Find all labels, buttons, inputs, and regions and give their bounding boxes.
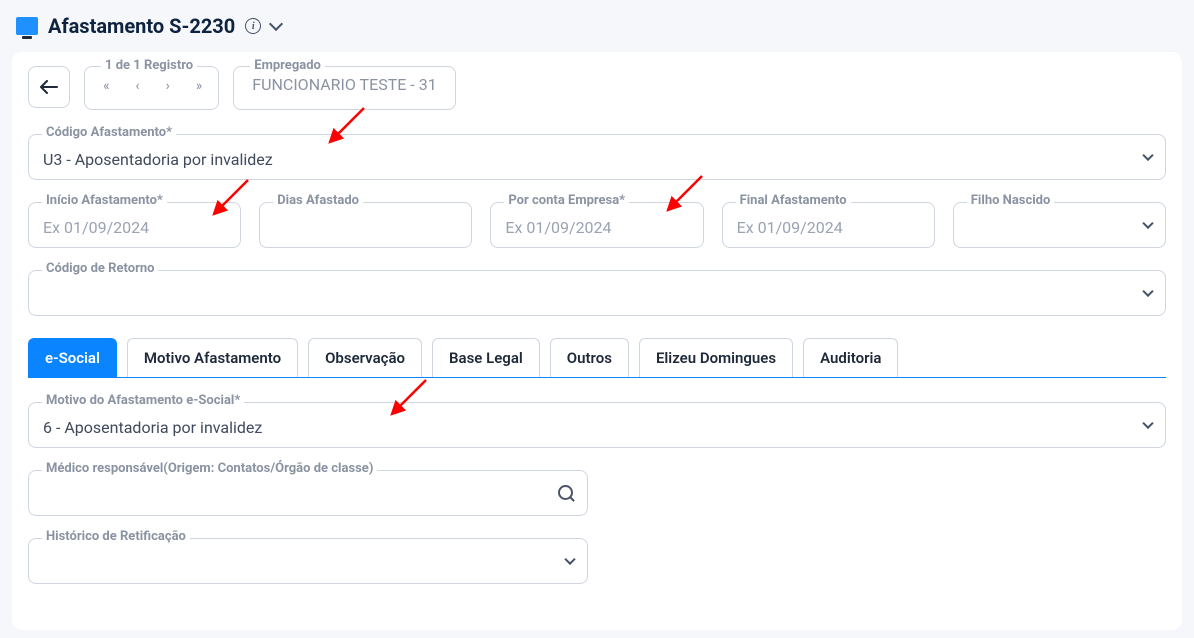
tab-base-legal[interactable]: Base Legal bbox=[432, 338, 540, 377]
page-header: Afastamento S-2230 i bbox=[12, 8, 1182, 52]
tab-elizeu-domingues[interactable]: Elizeu Domingues bbox=[639, 338, 793, 377]
filho-nascido-label: Filho Nascido bbox=[967, 193, 1055, 208]
codigo-retorno-select[interactable] bbox=[28, 270, 1166, 316]
dias-afastado-label: Dias Afastado bbox=[273, 193, 363, 208]
filho-nascido-select[interactable] bbox=[953, 202, 1166, 248]
inicio-afastamento-wrap: Início Afastamento* Ex 01/09/2024 bbox=[28, 202, 241, 248]
filho-nascido-wrap: Filho Nascido bbox=[953, 202, 1166, 248]
tab-motivo-afastamento[interactable]: Motivo Afastamento bbox=[127, 338, 298, 377]
form-card: 1 de 1 Registro ‹‹ ‹ › ›› Empregado FUNC… bbox=[12, 52, 1182, 630]
monitor-icon bbox=[16, 17, 38, 35]
pager-last-button[interactable]: ›› bbox=[196, 78, 200, 94]
final-afastamento-placeholder: Ex 01/09/2024 bbox=[737, 218, 843, 237]
pager-next-button[interactable]: › bbox=[166, 78, 168, 94]
dias-afastado-wrap: Dias Afastado bbox=[259, 202, 472, 248]
motivo-esocial-value: 6 - Aposentadoria por invalidez bbox=[43, 418, 262, 437]
tab-observacao[interactable]: Observação bbox=[308, 338, 422, 377]
empregado-label: Empregado bbox=[250, 58, 325, 73]
motivo-esocial-wrap: Motivo do Afastamento e-Social* 6 - Apos… bbox=[28, 402, 1166, 448]
codigo-afastamento-select[interactable]: U3 - Aposentadoria por invalidez bbox=[28, 134, 1166, 180]
por-conta-empresa-placeholder: Ex 01/09/2024 bbox=[505, 218, 611, 237]
codigo-afastamento-value: U3 - Aposentadoria por invalidez bbox=[43, 150, 273, 169]
inicio-afastamento-label: Início Afastamento* bbox=[42, 193, 167, 208]
codigo-retorno-wrap: Código de Retorno bbox=[28, 270, 1166, 316]
por-conta-empresa-input[interactable]: Ex 01/09/2024 bbox=[490, 202, 703, 248]
empregado-value: FUNCIONARIO TESTE - 31 bbox=[252, 71, 436, 94]
page-title: Afastamento S-2230 bbox=[48, 14, 235, 38]
inicio-afastamento-input[interactable]: Ex 01/09/2024 bbox=[28, 202, 241, 248]
codigo-afastamento-label: Código Afastamento* bbox=[42, 125, 176, 140]
historico-retificacao-wrap: Histórico de Retificação bbox=[28, 538, 588, 584]
motivo-esocial-select[interactable]: 6 - Aposentadoria por invalidez bbox=[28, 402, 1166, 448]
pager-box: 1 de 1 Registro ‹‹ ‹ › ›› bbox=[84, 66, 219, 110]
final-afastamento-input[interactable]: Ex 01/09/2024 bbox=[722, 202, 935, 248]
back-button[interactable] bbox=[28, 66, 70, 108]
por-conta-empresa-wrap: Por conta Empresa* Ex 01/09/2024 bbox=[490, 202, 703, 248]
medico-wrap: Médico responsável(Origem: Contatos/Órgã… bbox=[28, 470, 588, 516]
tab-auditoria[interactable]: Auditoria bbox=[803, 338, 898, 377]
inicio-afastamento-placeholder: Ex 01/09/2024 bbox=[43, 218, 149, 237]
codigo-retorno-label: Código de Retorno bbox=[42, 261, 158, 276]
tab-esocial[interactable]: e-Social bbox=[28, 338, 117, 377]
search-icon bbox=[558, 485, 574, 501]
historico-retificacao-label: Histórico de Retificação bbox=[42, 529, 190, 544]
pager-label: 1 de 1 Registro bbox=[101, 58, 197, 73]
tabs-bar: e-Social Motivo Afastamento Observação B… bbox=[28, 338, 1166, 378]
info-icon[interactable]: i bbox=[245, 18, 261, 34]
pager-prev-button[interactable]: ‹ bbox=[135, 78, 137, 94]
dias-afastado-input[interactable] bbox=[259, 202, 472, 248]
arrow-left-icon bbox=[40, 80, 58, 94]
medico-label: Médico responsável(Origem: Contatos/Órgã… bbox=[42, 461, 377, 476]
empregado-box: Empregado FUNCIONARIO TESTE - 31 bbox=[233, 66, 455, 110]
final-afastamento-wrap: Final Afastamento Ex 01/09/2024 bbox=[722, 202, 935, 248]
final-afastamento-label: Final Afastamento bbox=[736, 193, 851, 208]
tab-outros[interactable]: Outros bbox=[550, 338, 629, 377]
motivo-esocial-label: Motivo do Afastamento e-Social* bbox=[42, 393, 244, 408]
codigo-afastamento-wrap: Código Afastamento* U3 - Aposentadoria p… bbox=[28, 134, 1166, 180]
pager-first-button[interactable]: ‹‹ bbox=[103, 78, 107, 94]
historico-retificacao-select[interactable] bbox=[28, 538, 588, 584]
medico-search-input[interactable] bbox=[28, 470, 588, 516]
chevron-down-icon[interactable] bbox=[269, 17, 283, 31]
por-conta-empresa-label: Por conta Empresa* bbox=[504, 193, 629, 208]
